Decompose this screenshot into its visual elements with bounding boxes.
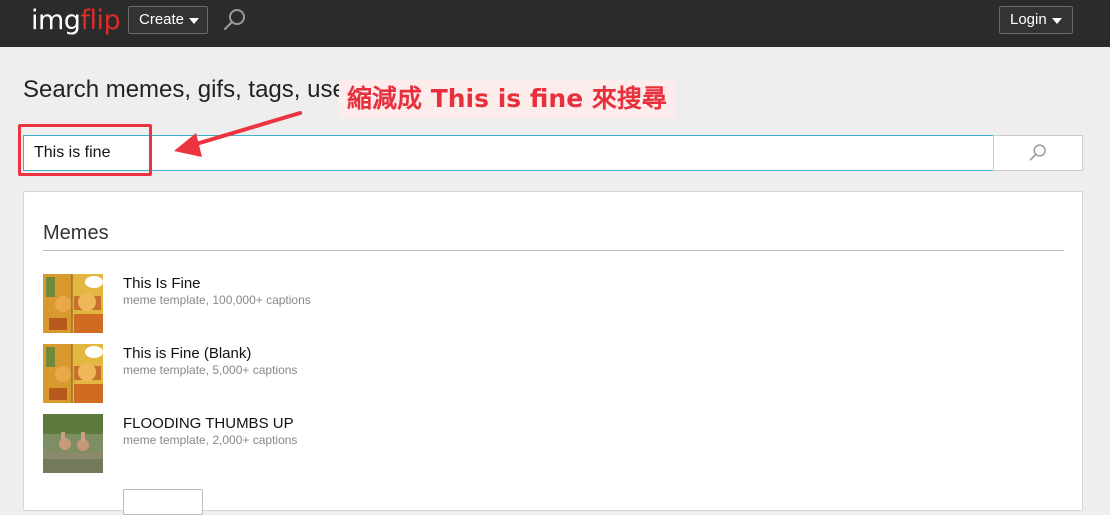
meme-results-list: This Is Fine meme template, 100,000+ cap… — [43, 274, 1043, 484]
create-button-label: Create — [139, 11, 185, 28]
meme-thumbnail — [43, 274, 103, 333]
login-button[interactable]: Login — [999, 6, 1073, 34]
search-icon — [1029, 144, 1046, 161]
meme-thumbnail — [43, 344, 103, 403]
more-results-button[interactable] — [123, 489, 203, 515]
chevron-down-icon — [189, 18, 200, 24]
chevron-down-icon — [1051, 18, 1062, 24]
search-button[interactable] — [993, 135, 1083, 171]
create-button[interactable]: Create — [128, 6, 208, 34]
meme-thumbnail — [43, 414, 103, 473]
meme-result-item[interactable]: FLOODING THUMBS UP meme template, 2,000+… — [43, 414, 1043, 484]
section-title-memes: Memes — [43, 222, 1064, 251]
meme-subtitle: meme template, 5,000+ captions — [123, 363, 298, 377]
top-nav-bar: imgflip Create Login — [0, 0, 1110, 47]
meme-title[interactable]: This Is Fine — [123, 275, 201, 292]
results-panel: Memes This Is Fine meme template, 100,00… — [23, 191, 1083, 515]
meme-subtitle: meme template, 2,000+ captions — [123, 433, 298, 447]
search-icon[interactable] — [223, 8, 247, 32]
annotation-callout: 縮減成 This is fine 來搜尋 — [339, 80, 675, 118]
meme-title[interactable]: This is Fine (Blank) — [123, 345, 251, 362]
logo-text-img: img — [31, 5, 81, 36]
meme-subtitle: meme template, 100,000+ captions — [123, 293, 311, 307]
login-button-label: Login — [1010, 11, 1047, 28]
annotation-arrow-icon — [174, 111, 302, 157]
logo-text-flip: flip — [80, 5, 121, 36]
meme-title[interactable]: FLOODING THUMBS UP — [123, 415, 294, 432]
annotation-highlight-box — [18, 124, 152, 176]
meme-result-item[interactable]: This is Fine (Blank) meme template, 5,00… — [43, 344, 1043, 414]
meme-result-item[interactable]: This Is Fine meme template, 100,000+ cap… — [43, 274, 1043, 344]
imgflip-logo[interactable]: imgflip — [31, 5, 121, 36]
